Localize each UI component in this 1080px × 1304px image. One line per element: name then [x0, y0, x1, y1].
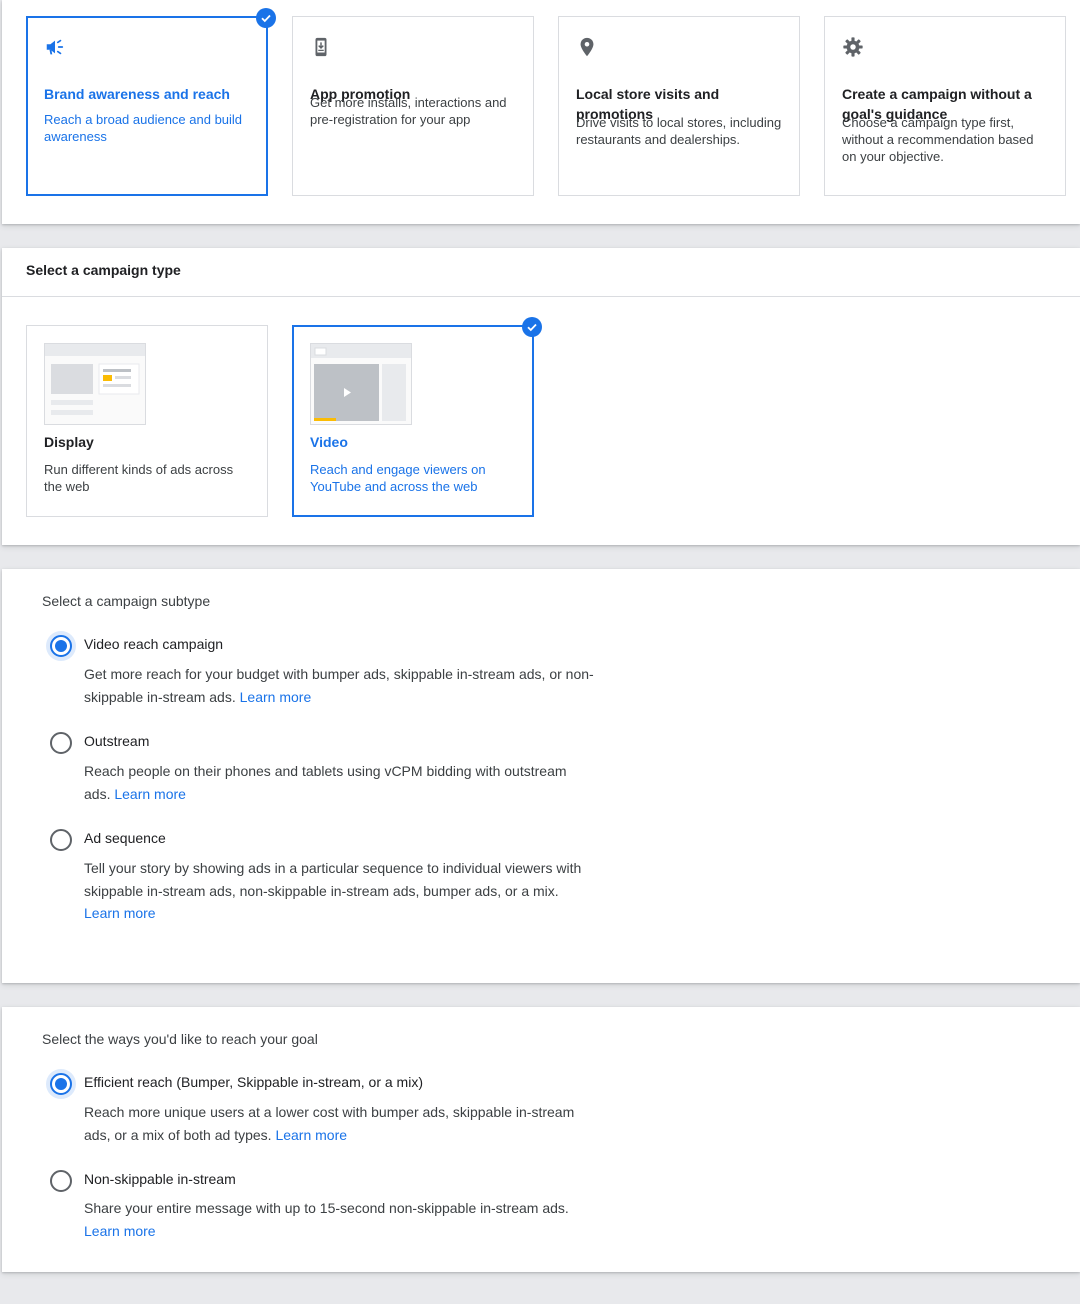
goal-card-local-store[interactable]: Local store visits and promotions Drive …	[558, 16, 800, 196]
section-title: Select a campaign type	[26, 262, 181, 278]
goal-description: Get more installs, interactions and pre-…	[310, 95, 507, 127]
selected-check-icon	[256, 8, 276, 28]
divider	[2, 296, 1080, 297]
radio-button[interactable]	[50, 1170, 72, 1192]
section-heading: Select a campaign subtype	[42, 593, 211, 609]
goal-description: Reach a broad audience and build awarene…	[44, 112, 243, 144]
option-label[interactable]: Ad sequence	[84, 830, 166, 846]
goal-card-app-promotion[interactable]: App promotion Get more installs, interac…	[292, 16, 534, 196]
learn-more-link[interactable]: Learn more	[275, 1127, 347, 1143]
option-description: Reach people on their phones and tablets…	[84, 760, 594, 805]
goal-title: Brand awareness and reach	[44, 86, 230, 102]
goal-card-brand-awareness[interactable]: Brand awareness and reach Reach a broad …	[26, 8, 276, 196]
learn-more-link[interactable]: Learn more	[114, 786, 186, 802]
option-description: Get more reach for your budget with bump…	[84, 663, 594, 708]
option-description: Tell your story by showing ads in a part…	[84, 857, 604, 925]
learn-more-link[interactable]: Learn more	[240, 689, 312, 705]
description-text: Share your entire message with up to 15-…	[84, 1200, 569, 1216]
radio-button[interactable]	[50, 1073, 72, 1095]
option-label[interactable]: Video reach campaign	[84, 636, 223, 652]
type-description: Run different kinds of ads across the we…	[44, 462, 234, 494]
campaign-subtype-panel: Select a campaign subtype Video reach ca…	[2, 569, 1080, 983]
goal-description: Choose a campaign type first, without a …	[842, 115, 1034, 164]
description-text: Get more reach for your budget with bump…	[84, 666, 594, 705]
gear-icon	[843, 37, 863, 57]
goal-card-no-guidance[interactable]: Create a campaign without a goal's guida…	[824, 16, 1066, 196]
goal-description: Drive visits to local stores, including …	[576, 115, 782, 147]
goal-panel: Brand awareness and reach Reach a broad …	[2, 0, 1080, 224]
option-label[interactable]: Efficient reach (Bumper, Skippable in-st…	[84, 1074, 423, 1090]
option-label[interactable]: Non-skippable in-stream	[84, 1171, 236, 1187]
type-description: Reach and engage viewers on YouTube and …	[310, 462, 486, 494]
type-title: Video	[310, 434, 348, 450]
video-thumbnail	[310, 343, 412, 425]
option-description: Reach more unique users at a lower cost …	[84, 1101, 594, 1146]
type-title: Display	[44, 434, 94, 450]
reach-goal-panel: Select the ways you'd like to reach your…	[2, 1007, 1080, 1272]
megaphone-icon	[46, 39, 64, 55]
description-text: Tell your story by showing ads in a part…	[84, 860, 582, 899]
radio-button[interactable]	[50, 635, 72, 657]
location-pin-icon	[580, 37, 594, 57]
campaign-type-panel: Select a campaign type Display Run diffe…	[2, 248, 1080, 545]
radio-button[interactable]	[50, 732, 72, 754]
learn-more-link[interactable]: Learn more	[84, 905, 156, 921]
type-card-display[interactable]: Display Run different kinds of ads acros…	[26, 325, 268, 517]
section-heading: Select the ways you'd like to reach your…	[42, 1031, 318, 1047]
radio-button[interactable]	[50, 829, 72, 851]
selected-check-icon	[522, 317, 542, 337]
learn-more-link[interactable]: Learn more	[84, 1223, 156, 1239]
type-card-video[interactable]: Video Reach and engage viewers on YouTub…	[292, 317, 542, 517]
option-description: Share your entire message with up to 15-…	[84, 1197, 594, 1242]
phone-download-icon	[315, 37, 327, 57]
display-thumbnail	[44, 343, 146, 425]
option-label[interactable]: Outstream	[84, 733, 149, 749]
